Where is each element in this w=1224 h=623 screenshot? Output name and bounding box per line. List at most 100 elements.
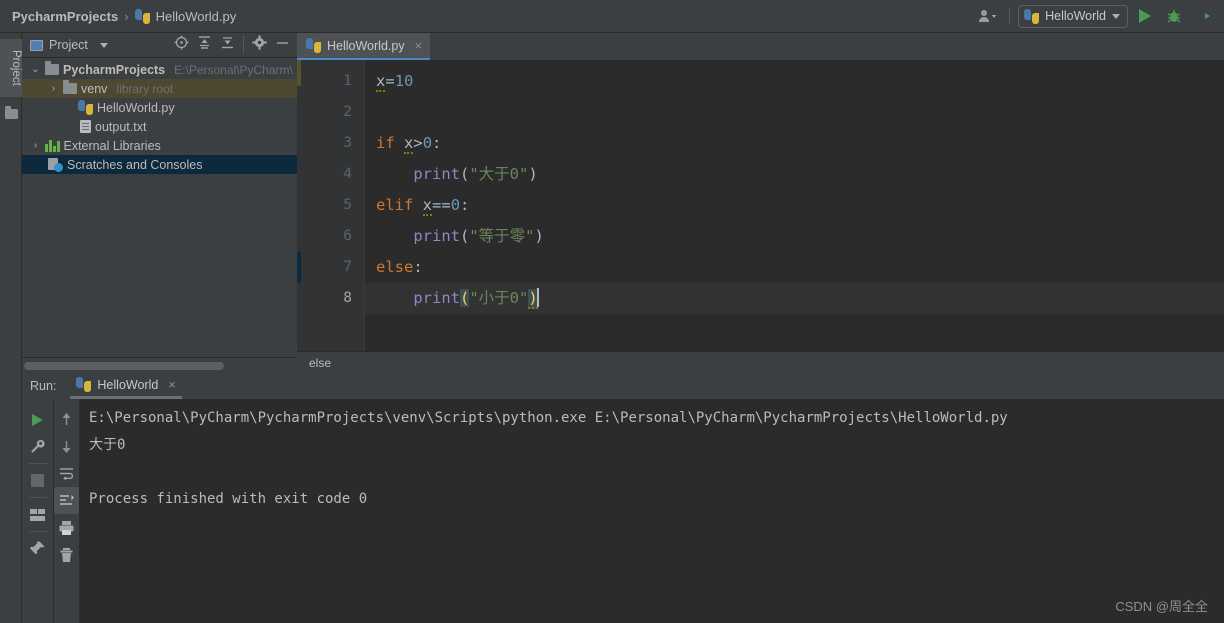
debug-icon[interactable] [1162,4,1186,28]
stop-icon[interactable] [25,467,51,494]
locate-icon[interactable] [174,35,189,55]
hide-icon[interactable] [275,35,290,55]
run-toolbar-secondary [53,399,80,623]
console-line: 大于0 [89,437,126,453]
folder-icon [45,61,59,75]
breadcrumb-separator-icon: › [124,8,129,24]
code-token-keyword: if [376,134,395,152]
breadcrumb: PycharmProjects › HelloWorld.py [0,8,237,24]
toolbar-divider [28,531,47,532]
code-line-8[interactable]: print("小于0") [365,283,1224,314]
code-token-indent [376,165,413,183]
code-line-5[interactable]: elif x==0: [365,190,1224,221]
line-number: 6 [343,228,352,244]
code-line-1[interactable]: x=10 [365,66,1224,97]
python-file-icon [76,377,92,392]
code-token-paren: ) [534,227,544,245]
tree-node-external-libraries[interactable]: › External Libraries [22,136,297,155]
tree-node-label: External Libraries [63,138,161,153]
settings-gear-icon[interactable] [252,35,267,55]
layout-icon[interactable] [25,501,51,528]
soft-wrap-icon[interactable] [54,460,80,487]
line-number: 1 [343,73,352,89]
close-icon[interactable]: × [415,38,423,53]
close-icon[interactable]: × [168,377,176,392]
code-line-2[interactable] [365,97,1224,128]
settings-wrench-icon[interactable] [25,433,51,460]
code-line-7[interactable]: else: [365,252,1224,283]
tree-node-scratches-and-consoles[interactable]: Scratches and Consoles [22,155,297,174]
run-toolbar-left [22,399,53,623]
project-panel-horizontal-scrollbar[interactable] [22,357,297,373]
left-tool-strip: Project [0,33,22,623]
gutter-current-line-marker [297,252,301,283]
breadcrumb-file[interactable]: HelloWorld.py [156,9,237,24]
code-token-op: : [432,134,442,152]
chevron-down-icon[interactable]: ⌄ [30,64,41,75]
editor-tab-bar: HelloWorld.py × [297,33,1224,60]
rerun-icon[interactable] [25,406,51,433]
python-file-icon [78,100,93,115]
folder-icon[interactable] [5,106,18,119]
tab-helloworld-py[interactable]: HelloWorld.py × [297,33,431,60]
python-file-icon [306,38,321,53]
line-number: 5 [343,197,352,213]
code-line-3[interactable]: if x>0: [365,128,1224,159]
text-file-icon [80,120,91,133]
run-configuration-selector[interactable]: HelloWorld [1018,4,1128,28]
run-tab-label: HelloWorld [97,377,159,392]
run-tool-window: Run: HelloWorld × E:\Personal\PyCharm\Py… [22,373,1224,623]
libraries-icon [45,139,60,152]
line-number: 2 [343,104,352,120]
console-line: Process finished with exit code 0 [89,491,368,507]
collapse-all-icon[interactable] [220,35,235,55]
code-editor[interactable]: 1 2 3 4 5 6 7 8 x=10 if x>0: print("大于0"… [297,60,1224,373]
tree-node-pycharmprojects[interactable]: ⌄ PycharmProjects E:\Personal\PyCharm\ [22,60,297,79]
project-tool-window: Project ⌄ PycharmProjects E:\Personal\Py… [22,33,297,373]
tree-node-venv[interactable]: › venv library root [22,79,297,98]
code-token-paren: ( [460,165,470,183]
line-number-gutter: 1 2 3 4 5 6 7 8 [297,60,364,373]
toolbar-divider [28,463,47,464]
run-icon[interactable] [1136,4,1154,28]
run-panel-label: Run: [30,379,57,393]
python-file-icon [134,8,150,24]
console-output[interactable]: E:\Personal\PyCharm\PycharmProjects\venv… [79,399,1224,623]
pin-icon[interactable] [25,535,51,562]
project-tree: ⌄ PycharmProjects E:\Personal\PyCharm\ ›… [22,58,297,174]
sidebar-item-project[interactable]: Project [0,39,22,97]
tree-node-helloworld-py[interactable]: HelloWorld.py [22,98,297,117]
panel-tools-divider [243,36,244,54]
scroll-to-end-icon[interactable] [53,487,80,514]
breadcrumb-project[interactable]: PycharmProjects [12,9,118,24]
chevron-down-icon[interactable] [99,42,108,48]
chevron-right-icon[interactable]: › [30,140,41,151]
scrollbar-thumb[interactable] [24,362,224,370]
run-tab-helloworld[interactable]: HelloWorld × [70,373,182,399]
code-token-keyword: elif [376,196,414,214]
code-token-op: = [385,72,395,90]
project-panel-title: Project [49,38,88,52]
tab-label: HelloWorld.py [327,38,405,53]
code-line-6[interactable]: print("等于零") [365,221,1224,252]
tree-node-output-txt[interactable]: output.txt [22,117,297,136]
code-token-num: 0 [450,196,461,214]
down-arrow-icon[interactable] [54,433,80,460]
code-token-num: 0 [422,134,433,152]
run-with-coverage-icon[interactable] [1194,4,1218,28]
code-token-op: : [460,196,470,214]
tree-node-label: output.txt [95,119,147,134]
print-icon[interactable] [54,514,80,541]
code-line-4[interactable]: print("大于0") [365,159,1224,190]
editor-breadcrumb-else[interactable]: else [309,356,331,370]
code-content[interactable]: x=10 if x>0: print("大于0") elif x==0: pri… [364,60,1224,373]
expand-all-icon[interactable] [197,35,212,55]
trash-icon[interactable] [54,541,80,568]
user-accounts-icon[interactable] [975,4,1001,28]
code-token-paren: ( [460,227,470,245]
code-token-bracket-match: ( [460,289,470,307]
console-line: E:\Personal\PyCharm\PycharmProjects\venv… [89,410,1008,426]
up-arrow-icon[interactable] [54,406,80,433]
tree-node-label: venv [81,81,108,96]
chevron-right-icon[interactable]: › [48,83,59,94]
